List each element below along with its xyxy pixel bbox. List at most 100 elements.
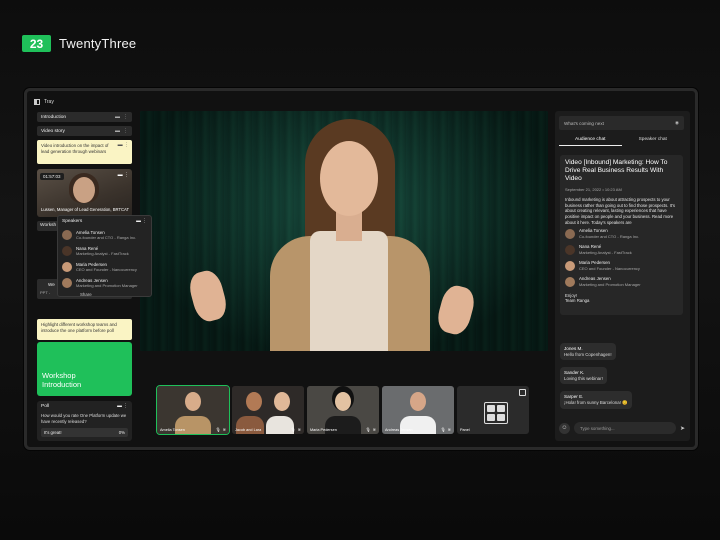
- participant-tile[interactable]: Andreas Jensen 🎙 ≋: [382, 386, 454, 434]
- participant-tile[interactable]: Jacob and Lara 🎙 ≋: [232, 386, 304, 434]
- speaker-role: CEO and Founder - Nanocurrency: [76, 267, 137, 273]
- avatar: [62, 262, 72, 272]
- participant-tile[interactable]: Amelia Tonsen 🎙 ≋: [156, 385, 230, 435]
- speaker-row[interactable]: Andreas Jensen Marketing and Promotion Ma…: [62, 275, 147, 291]
- avatar: [565, 228, 575, 239]
- mic-icon[interactable]: 🎙: [291, 427, 296, 432]
- poll-question: How would you rate One Platform update w…: [41, 413, 127, 424]
- panel-label: Panel: [460, 428, 470, 432]
- brand: 23 TwentyThree: [22, 35, 136, 52]
- signal-icon: ≋: [222, 427, 226, 432]
- speaker-row[interactable]: Nana René Marketing Analyst - FastTrack: [62, 243, 147, 259]
- tray-item-label: Video story: [41, 128, 65, 134]
- signal-icon: ≋: [297, 427, 301, 432]
- speaker-row[interactable]: Maria Pedersen CEO and Founder - Nanocurr…: [62, 259, 147, 275]
- participant-name: Maria Pedersen: [310, 428, 337, 432]
- poll-answer[interactable]: It's great! 0%: [41, 428, 128, 438]
- message-author: Sander K.: [564, 370, 585, 375]
- poll-card[interactable]: Poll ▬ ⋮ How would you rate One Platform…: [37, 401, 132, 441]
- app-window: Tray Introduction ▬ ⋮ Video story ▬ ⋮ Vide…: [24, 88, 698, 450]
- message-text: Hello from Copenhagen!: [564, 352, 612, 357]
- speaker-role: Co-founder and CTO - Ranga Inc.: [76, 235, 137, 241]
- more-icon[interactable]: ▬ ⋮: [117, 404, 128, 409]
- chat-panel: What's coming next ◉ Audience chat Speak…: [555, 111, 690, 441]
- more-icon[interactable]: ▬ ⋮: [118, 172, 129, 178]
- speaker-row[interactable]: Amelia Tonsen Co-founder and CTO - Ranga …: [62, 227, 147, 243]
- avatar: [62, 278, 72, 288]
- avatar: [62, 246, 72, 256]
- minimize-icon[interactable]: ▬: [115, 128, 120, 134]
- tray-item-video-story[interactable]: Video story ▬ ⋮: [37, 126, 132, 136]
- message-author: Jones M.: [564, 346, 583, 351]
- participant-head: [185, 392, 201, 411]
- eye-icon[interactable]: ◉: [675, 120, 679, 126]
- whats-next-bar[interactable]: What's coming next ◉: [559, 116, 684, 130]
- panel-tile[interactable]: Panel: [457, 386, 529, 434]
- poll-answer-percent: 0%: [118, 430, 125, 436]
- post-body: Inbound marketing is about attracting pr…: [565, 196, 675, 225]
- mic-icon[interactable]: 🎙: [366, 427, 371, 432]
- panel-grid-icon: [484, 402, 508, 424]
- speaker-role: CEO and Founder - Nanocurrency: [579, 266, 640, 272]
- minimize-icon[interactable]: ▬: [115, 114, 120, 120]
- avatar: [565, 244, 575, 255]
- tab-speaker-chat[interactable]: Speaker chat: [622, 137, 685, 146]
- emoji-icon[interactable]: ☺: [559, 422, 570, 434]
- whats-next-label: What's coming next: [564, 120, 604, 126]
- chat-input[interactable]: [574, 422, 676, 434]
- tray-header[interactable]: Tray: [34, 96, 134, 108]
- send-icon[interactable]: ➤: [680, 425, 685, 432]
- workshop-intro-card[interactable]: Workshop Introduction: [37, 342, 132, 396]
- more-icon[interactable]: ⋮: [123, 128, 128, 134]
- chat-message: Jones M. Hello from Copenhagen!: [560, 343, 616, 360]
- speaker-row: Andreas Jensen Marketing and Promotion Ma…: [565, 274, 678, 290]
- participant-name: Andreas Jensen: [385, 428, 413, 432]
- sidebar-toggle-icon[interactable]: [34, 99, 40, 105]
- speaker-role: Marketing Analyst - FastTrack: [579, 250, 632, 256]
- expand-icon[interactable]: [519, 389, 526, 396]
- speaker-row: Maria Pedersen CEO and Founder - Nanocurr…: [565, 258, 678, 274]
- tray-label: Tray: [44, 99, 54, 105]
- post-sign-2: Team Ranga: [565, 298, 590, 304]
- note-text: Highlight different workshop teams and i…: [41, 322, 117, 333]
- avatar: [565, 260, 575, 271]
- brand-name: TwentyThree: [59, 36, 137, 51]
- share-button[interactable]: Share: [80, 292, 147, 297]
- note-card-2[interactable]: Highlight different workshop teams and i…: [37, 319, 132, 340]
- chat-tabs: Audience chat Speaker chat: [559, 137, 684, 146]
- mic-icon[interactable]: 🎙: [216, 427, 221, 432]
- mic-icon[interactable]: 🎙: [441, 427, 446, 432]
- video-caption: Lussen, Manager of Lead Generation, BRTC…: [41, 206, 130, 212]
- note-text: Video introduction on the impact of lead…: [41, 143, 109, 154]
- participant-head: [335, 392, 351, 411]
- presenter-top: [310, 231, 388, 351]
- participant-tile[interactable]: Maria Pedersen 🎙 ≋: [307, 386, 379, 434]
- post-date: September 21, 2022 • 10:23 AM: [565, 186, 622, 192]
- video-timecode: 01:57:03: [40, 173, 64, 180]
- note-actions[interactable]: ▬ ⋮: [118, 142, 129, 148]
- participant-strip: Amelia Tonsen 🎙 ≋ Jacob and Lara 🎙 ≋ Maria…: [156, 385, 529, 435]
- presenter-face: [320, 141, 378, 216]
- chat-composer: ☺ ➤: [559, 420, 685, 436]
- chat-message: Sander K. Loving this webinar!: [560, 367, 607, 384]
- message-author: Sarper E.: [564, 394, 584, 399]
- participant-head: [274, 392, 290, 411]
- tab-audience-chat[interactable]: Audience chat: [559, 137, 622, 146]
- signal-icon: ≋: [372, 427, 376, 432]
- poll-answer-text: It's great!: [44, 430, 62, 436]
- participant-head: [410, 392, 426, 411]
- signal-icon: ≋: [447, 427, 451, 432]
- speaker-row: Nana René Marketing Analyst - FastTrack: [565, 242, 678, 258]
- video-thumbnail[interactable]: 01:57:03 ▬ ⋮ Lussen, Manager of Lead Gen…: [37, 169, 132, 217]
- speaker-role: Marketing and Promotion Manager: [76, 283, 138, 289]
- note-card[interactable]: Video introduction on the impact of lead…: [37, 140, 132, 164]
- tray-item-introduction[interactable]: Introduction ▬ ⋮: [37, 112, 132, 122]
- speaker-role: Marketing and Promotion Manager: [579, 282, 641, 288]
- more-icon[interactable]: ▬ ⋮: [136, 219, 147, 224]
- chat-message: Sarper E. ¡Hola! from sunny Barcelona! 😊: [560, 391, 632, 409]
- thumbnail-person-face: [73, 177, 95, 203]
- more-icon[interactable]: ⋮: [123, 114, 128, 120]
- participant-name: Amelia Tonsen: [160, 428, 185, 432]
- message-text: ¡Hola! from sunny Barcelona! 😊: [564, 400, 628, 405]
- main-video-stage[interactable]: [140, 111, 548, 351]
